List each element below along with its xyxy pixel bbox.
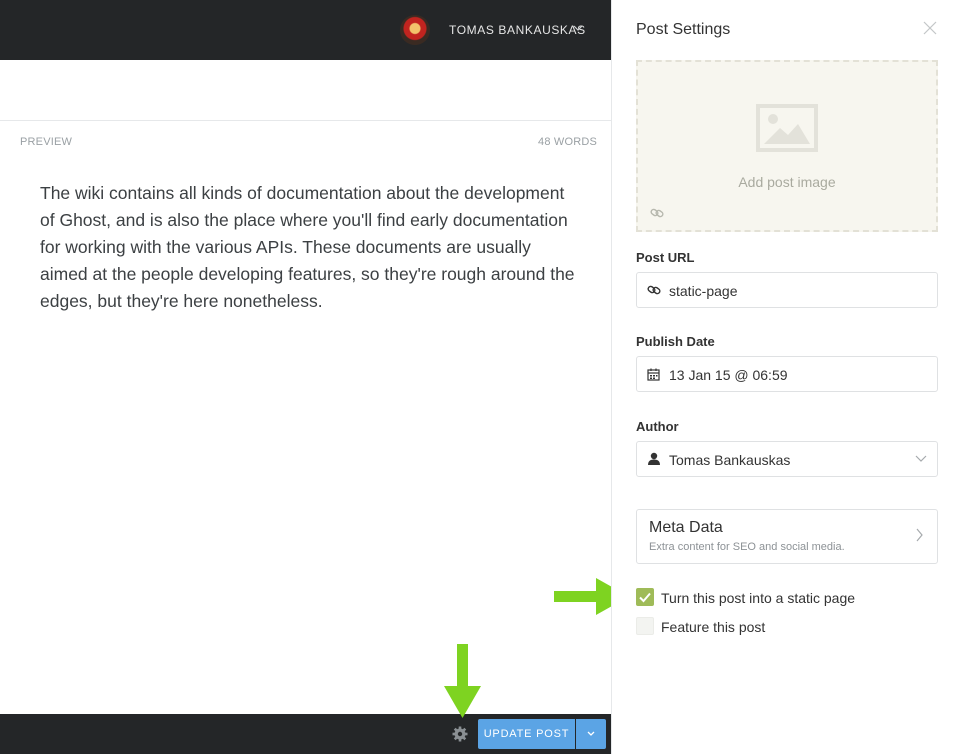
meta-data-subtitle: Extra content for SEO and social media.: [649, 541, 845, 553]
checkmark-icon: [639, 592, 651, 603]
publish-date-value: 13 Jan 15 @ 06:59: [669, 367, 788, 383]
chevron-down-icon: [587, 731, 595, 736]
chevron-down-icon: [915, 455, 927, 462]
preview-content: The wiki contains all kinds of documenta…: [40, 183, 575, 311]
update-options-button[interactable]: [576, 719, 606, 749]
user-icon: [648, 452, 660, 465]
down-arrow-annotation: [444, 644, 481, 718]
update-post-label: UPDATE POST: [483, 728, 570, 740]
author-value: Tomas Bankauskas: [669, 452, 791, 468]
image-icon: [756, 104, 818, 152]
link-icon[interactable]: [650, 207, 664, 219]
static-page-checkbox[interactable]: [636, 588, 654, 606]
add-post-image-label[interactable]: Add post image: [636, 174, 938, 190]
chevron-down-icon[interactable]: [572, 22, 584, 34]
chevron-right-icon: [916, 528, 923, 542]
settings-title: Post Settings: [636, 21, 731, 38]
post-url-value: static-page: [669, 283, 738, 299]
post-title-area[interactable]: [0, 60, 611, 121]
feature-post-checkbox[interactable]: [636, 617, 654, 635]
gear-icon[interactable]: [451, 725, 469, 743]
author-label: Author: [636, 419, 679, 434]
feature-post-label[interactable]: Feature this post: [661, 619, 765, 635]
word-count: 48 WORDS: [538, 136, 598, 148]
post-url-label: Post URL: [636, 250, 695, 265]
preview-label: PREVIEW: [20, 136, 73, 148]
static-page-label[interactable]: Turn this post into a static page: [661, 590, 855, 606]
publish-date-label: Publish Date: [636, 334, 715, 349]
user-name[interactable]: TOMAS BANKAUSKAS: [449, 23, 586, 37]
update-post-button[interactable]: UPDATE POST: [478, 719, 575, 749]
meta-data-title: Meta Data: [649, 519, 723, 536]
link-icon: [647, 285, 661, 295]
calendar-icon: [647, 368, 660, 381]
user-avatar[interactable]: [400, 15, 430, 45]
close-icon[interactable]: [922, 20, 938, 36]
